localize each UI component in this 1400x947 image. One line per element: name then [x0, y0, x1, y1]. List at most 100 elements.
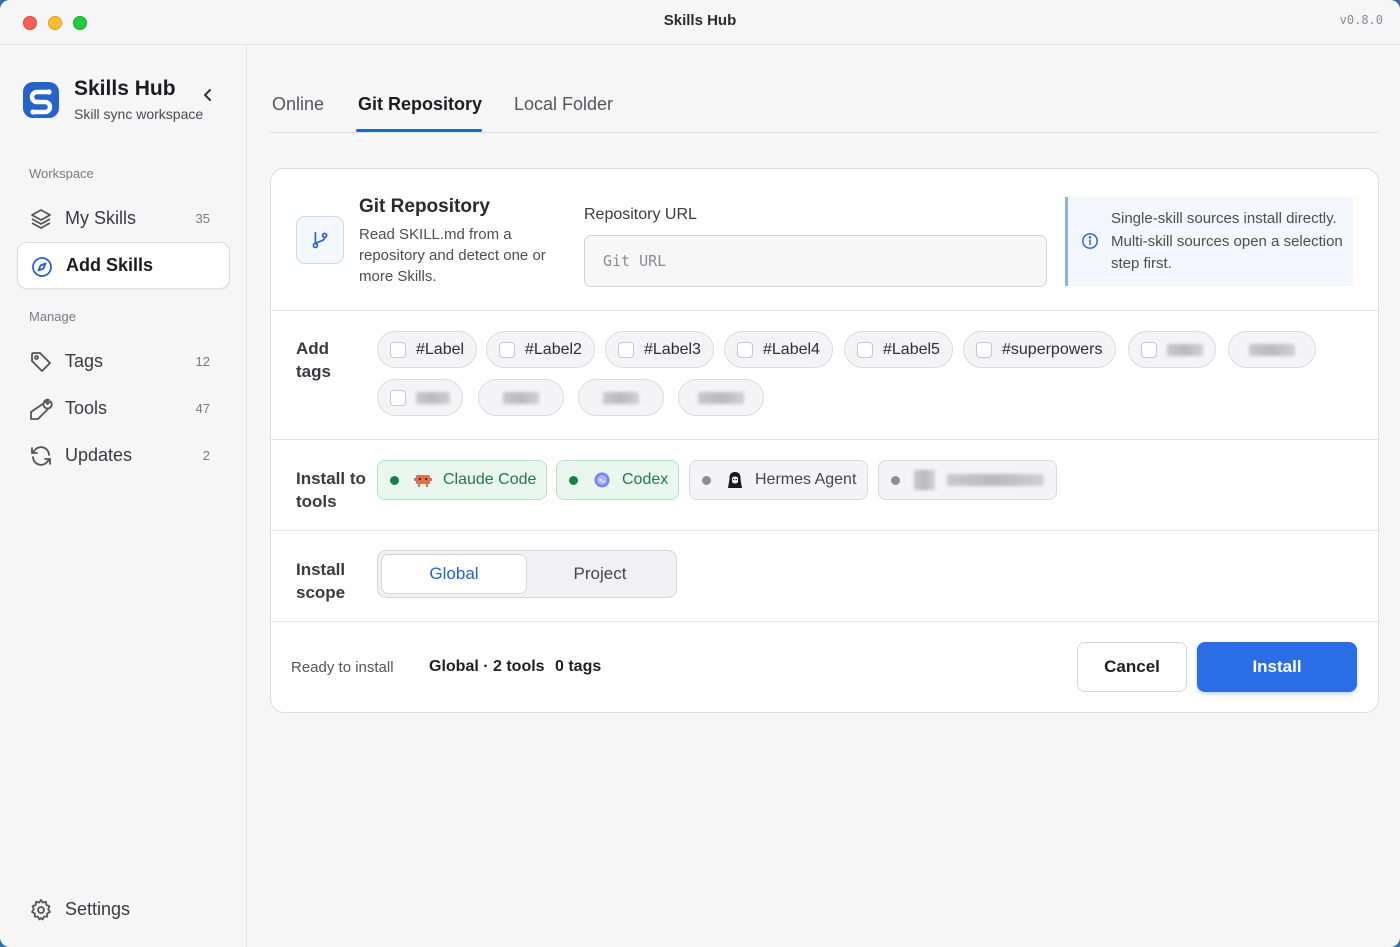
source-description: Read SKILL.md from a repository and dete… [359, 226, 546, 285]
sidebar-item-count: 12 [195, 354, 210, 369]
tag-label: #Label5 [883, 340, 940, 358]
sidebar-item-label: My Skills [65, 208, 136, 228]
tool-chip-redacted[interactable] [878, 460, 1057, 500]
tag-label: #Label3 [644, 340, 701, 358]
sidebar-item-add-skills[interactable]: Add Skills [17, 242, 230, 289]
redacted-tag-label [603, 391, 639, 404]
info-icon [1082, 233, 1098, 249]
claude-code-icon [414, 475, 432, 487]
gear-icon [31, 899, 51, 921]
tag-chip-redacted[interactable] [478, 379, 564, 416]
hermes-agent-icon [728, 472, 742, 488]
collapse-sidebar-chevron-icon[interactable] [198, 85, 218, 105]
tag-chip-redacted[interactable] [1228, 331, 1316, 368]
status-dot [390, 475, 399, 485]
divider [271, 439, 1378, 440]
title-bar: Skills Hub v0.8.0 [0, 0, 1400, 45]
tag-checkbox[interactable] [390, 389, 406, 406]
tag-chip-redacted[interactable] [1128, 331, 1216, 368]
tab-local-folder[interactable]: Local Folder [514, 94, 613, 115]
sidebar-item-label: Tools [65, 398, 108, 418]
divider [271, 621, 1378, 622]
cancel-button[interactable]: Cancel [1077, 642, 1187, 692]
tag-checkbox[interactable] [737, 341, 753, 358]
install-to-tools-label: Install to tools [296, 469, 366, 511]
sidebar-item-settings[interactable]: Settings [17, 886, 230, 933]
codex-icon [594, 472, 610, 488]
tag-checkbox[interactable] [976, 341, 992, 358]
tool-chip-claude-code[interactable]: Claude Code [377, 460, 547, 500]
tag-chip[interactable]: #Label [377, 331, 478, 368]
tag-checkbox[interactable] [499, 341, 515, 358]
sidebar-item-label: Tags [65, 351, 104, 371]
tag-checkbox[interactable] [390, 341, 406, 358]
sidebar-item-label: Updates [65, 445, 133, 465]
refresh-icon [31, 446, 51, 466]
tag-chip-redacted[interactable] [578, 379, 664, 416]
redacted-tag-label [416, 391, 450, 404]
redacted-tool-icon [914, 470, 936, 490]
tag-label: #Label4 [763, 340, 820, 358]
tool-name: Codex [622, 471, 669, 488]
status-dot [891, 475, 900, 485]
tab-git-repository[interactable]: Git Repository [358, 94, 482, 115]
redacted-tool-name [947, 474, 1044, 486]
scope-option-project[interactable]: Project [527, 554, 673, 594]
version-label: v0.8.0 [1339, 13, 1383, 27]
wrench-icon [30, 398, 53, 420]
active-tab-indicator [356, 129, 482, 132]
scope-segmented-control: Global Project [377, 550, 677, 598]
manage-section-label: Manage [29, 309, 76, 324]
brand-subtitle: Skill sync workspace [74, 106, 204, 122]
info-callout: Single-skill sources install directly. M… [1065, 197, 1353, 286]
compass-icon [32, 257, 52, 277]
sidebar-item-label: Add Skills [66, 255, 154, 275]
settings-label: Settings [65, 899, 131, 919]
tag-label: #Label [416, 340, 465, 358]
tag-chip[interactable]: #Label2 [486, 331, 595, 368]
workspace-section-label: Workspace [29, 166, 94, 181]
git-branch-icon [296, 216, 344, 264]
tool-chip-codex[interactable]: Codex [556, 460, 679, 500]
tag-checkbox[interactable] [1141, 341, 1157, 358]
sidebar-item-count: 35 [195, 211, 210, 226]
tag-checkbox[interactable] [857, 341, 873, 358]
skills-hub-logo-icon [23, 82, 59, 118]
info-text: Single-skill sources install directly. M… [1111, 210, 1343, 272]
tag-checkbox[interactable] [618, 341, 634, 358]
sidebar: Skills Hub Skill sync workspace Workspac… [0, 45, 247, 947]
status-dot [569, 475, 578, 485]
tag-chip[interactable]: #Label4 [724, 331, 833, 368]
window-title: Skills Hub [663, 12, 737, 29]
tags-summary: 0 tags [555, 658, 602, 675]
scope-option-global[interactable]: Global [381, 554, 527, 594]
install-summary: Global · 2 tools [429, 658, 545, 675]
source-title: Git Repository [359, 196, 490, 217]
redacted-tag-label [1167, 343, 1203, 356]
repository-url-input[interactable] [584, 235, 1047, 287]
tag-label: #superpowers [1002, 340, 1103, 358]
add-tags-label: Add tags [296, 339, 331, 381]
install-button[interactable]: Install [1197, 642, 1357, 692]
install-card: Git Repository Read SKILL.md from a repo… [270, 168, 1379, 713]
tag-chip[interactable]: #superpowers [963, 331, 1116, 368]
status-dot [702, 475, 711, 485]
tag-icon [31, 352, 51, 372]
sidebar-item-count: 2 [202, 448, 210, 463]
tab-online[interactable]: Online [272, 94, 324, 115]
tag-chip-redacted[interactable] [377, 379, 463, 416]
tag-chip[interactable]: #Label5 [844, 331, 953, 368]
sidebar-item-tags[interactable]: Tags 12 [17, 338, 230, 385]
divider [271, 530, 1378, 531]
tag-chip[interactable]: #Label3 [605, 331, 714, 368]
tag-chip-redacted[interactable] [678, 379, 764, 416]
tool-name: Hermes Agent [755, 471, 857, 488]
sidebar-item-my-skills[interactable]: My Skills 35 [17, 195, 230, 242]
tool-chip-hermes-agent[interactable]: Hermes Agent [689, 460, 868, 500]
tool-name: Claude Code [443, 471, 537, 488]
sidebar-item-updates[interactable]: Updates 2 [17, 432, 230, 479]
sidebar-item-tools[interactable]: Tools 47 [17, 385, 230, 432]
redacted-tag-label [1249, 343, 1295, 356]
repository-url-label: Repository URL [584, 206, 697, 223]
brand-name: Skills Hub [74, 77, 176, 100]
